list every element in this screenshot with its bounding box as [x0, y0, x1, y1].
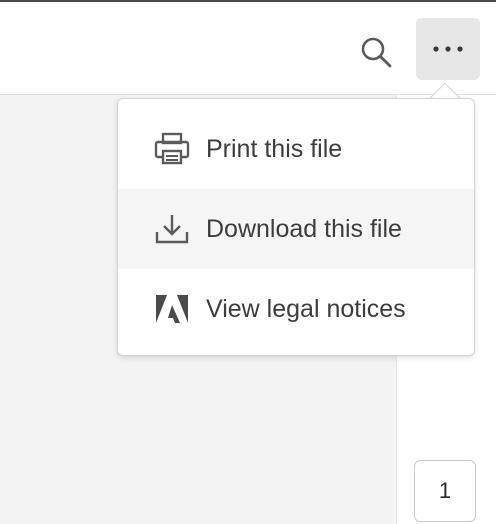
- page-number-button[interactable]: 1: [414, 460, 476, 522]
- menu-item-label: Download this file: [206, 214, 402, 243]
- search-icon: [361, 37, 392, 68]
- menu-item-legal[interactable]: View legal notices: [118, 269, 474, 349]
- more-horizontal-icon: [433, 46, 463, 52]
- printer-icon: [154, 131, 190, 167]
- more-options-menu: Print this file Download this file View …: [117, 98, 475, 356]
- menu-item-label: Print this file: [206, 134, 343, 163]
- search-button[interactable]: [354, 30, 398, 74]
- more-options-button[interactable]: [416, 18, 480, 80]
- page-number-label: 1: [438, 478, 452, 503]
- download-icon: [154, 211, 190, 247]
- menu-item-download[interactable]: Download this file: [118, 189, 474, 269]
- top-toolbar: [0, 2, 496, 95]
- menu-item-label: View legal notices: [206, 294, 406, 323]
- adobe-logo-icon: [154, 291, 190, 327]
- menu-item-print[interactable]: Print this file: [118, 109, 474, 189]
